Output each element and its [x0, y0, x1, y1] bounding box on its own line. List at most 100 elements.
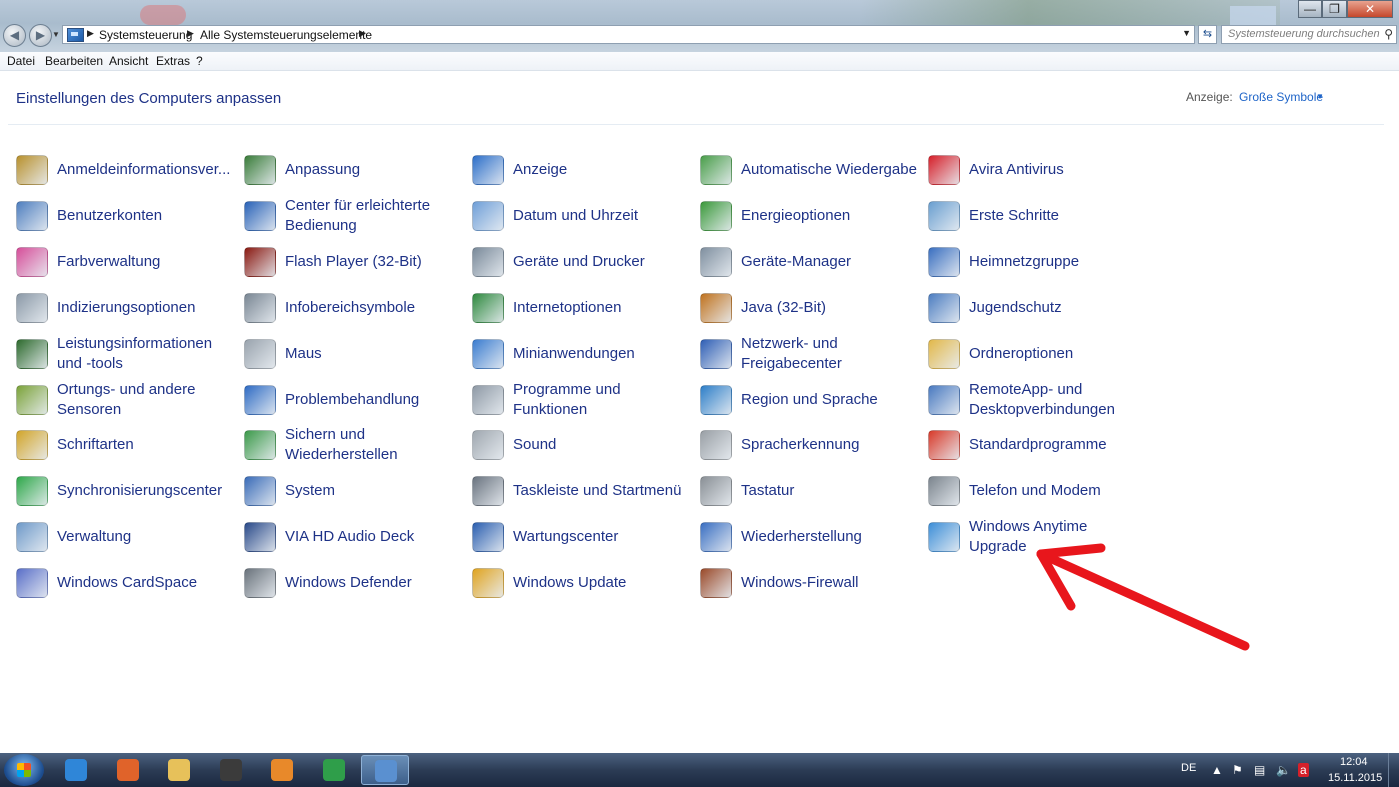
cp-item[interactable]: Energieoptionen — [700, 193, 920, 239]
cp-item[interactable]: Erste Schritte — [928, 193, 1148, 239]
view-by-chevron-down-icon[interactable]: ▼ — [1316, 92, 1324, 101]
cp-item[interactable]: Wartungscenter — [472, 514, 692, 560]
cp-item-label[interactable]: Windows Defender — [285, 560, 465, 606]
cp-item-label[interactable]: Maus — [285, 331, 465, 377]
cp-item-label[interactable]: Center für erleichterte Bedienung — [285, 193, 465, 239]
cp-item-label[interactable]: Standardprogramme — [969, 422, 1149, 468]
clock-time[interactable]: 12:04 — [1340, 756, 1368, 768]
cp-item[interactable]: Maus — [244, 331, 464, 377]
cp-item-label[interactable]: Anzeige — [513, 147, 693, 193]
cp-item-label[interactable]: Infobereichsymbole — [285, 285, 465, 331]
breadcrumb-separator-icon[interactable]: ▶ — [359, 28, 366, 39]
cp-item[interactable]: Heimnetzgruppe — [928, 239, 1148, 285]
cp-item[interactable]: Minianwendungen — [472, 331, 692, 377]
taskbar-button[interactable] — [361, 755, 409, 785]
cp-item[interactable]: Schriftarten — [16, 422, 236, 468]
cp-item[interactable]: Windows CardSpace — [16, 560, 236, 606]
cp-item[interactable]: Java (32-Bit) — [700, 285, 920, 331]
cp-item[interactable]: Spracherkennung — [700, 422, 920, 468]
cp-item-label[interactable]: Taskleiste und Startmenü — [513, 468, 693, 514]
taskbar-button[interactable] — [310, 755, 358, 785]
cp-item-label[interactable]: Spracherkennung — [741, 422, 921, 468]
cp-item-label[interactable]: Minianwendungen — [513, 331, 693, 377]
cp-item[interactable]: Ordneroptionen — [928, 331, 1148, 377]
cp-item-label[interactable]: Synchronisierungscenter — [57, 468, 237, 514]
cp-item-label[interactable]: Wartungscenter — [513, 514, 693, 560]
minimize-button[interactable]: — — [1298, 0, 1322, 18]
cp-item-label[interactable]: Ortungs- und andere Sensoren — [57, 377, 237, 423]
cp-item[interactable]: Taskleiste und Startmenü — [472, 468, 692, 514]
menu-bearbeiten[interactable]: Bearbeiten — [45, 54, 103, 68]
menu-ansicht[interactable]: Ansicht — [109, 54, 148, 68]
taskbar-button[interactable] — [104, 755, 152, 785]
view-by-dropdown[interactable]: Große Symbole — [1239, 90, 1323, 104]
cp-item[interactable]: Windows Defender — [244, 560, 464, 606]
cp-item[interactable]: Anmeldeinformationsver... — [16, 147, 236, 193]
cp-item[interactable]: Farbverwaltung — [16, 239, 236, 285]
breadcrumb-separator-icon[interactable]: ▶ — [187, 28, 194, 39]
refresh-button[interactable]: ⇆ — [1198, 25, 1217, 44]
cp-item-label[interactable]: Anmeldeinformationsver... — [57, 147, 237, 193]
cp-item-label[interactable]: Tastatur — [741, 468, 921, 514]
search-input[interactable]: Systemsteuerung durchsuchen ⚲ — [1221, 25, 1397, 44]
cp-item-label[interactable]: Windows Update — [513, 560, 693, 606]
cp-item[interactable]: Center für erleichterte Bedienung — [244, 193, 464, 239]
breadcrumb-alle-elemente[interactable]: Alle Systemsteuerungselemente — [200, 28, 372, 42]
cp-item-label[interactable]: Internetoptionen — [513, 285, 693, 331]
cp-item[interactable]: Windows Update — [472, 560, 692, 606]
cp-item[interactable]: Tastatur — [700, 468, 920, 514]
cp-item-label[interactable]: Wiederherstellung — [741, 514, 921, 560]
cp-item[interactable]: Geräte und Drucker — [472, 239, 692, 285]
cp-item-label[interactable]: Sichern und Wiederherstellen — [285, 422, 465, 468]
cp-item[interactable]: Windows-Firewall — [700, 560, 920, 606]
cp-item-label[interactable]: Anpassung — [285, 147, 465, 193]
start-button[interactable] — [4, 754, 44, 786]
close-button[interactable]: ✕ — [1347, 0, 1393, 18]
cp-item-label[interactable]: System — [285, 468, 465, 514]
cp-item-label[interactable]: Flash Player (32-Bit) — [285, 239, 465, 285]
cp-item-label[interactable]: Geräte und Drucker — [513, 239, 693, 285]
taskbar-button[interactable] — [155, 755, 203, 785]
cp-item-label[interactable]: Schriftarten — [57, 422, 237, 468]
back-button[interactable]: ◀ — [3, 24, 26, 47]
cp-item[interactable]: Automatische Wiedergabe — [700, 147, 920, 193]
address-history-dropdown-icon[interactable]: ▼ — [1182, 28, 1191, 38]
cp-item-label[interactable]: Geräte-Manager — [741, 239, 921, 285]
cp-item-label[interactable]: Farbverwaltung — [57, 239, 237, 285]
action-center-flag-icon[interactable]: ⚑ — [1232, 763, 1243, 777]
cp-item[interactable]: Benutzerkonten — [16, 193, 236, 239]
forward-button[interactable]: ▶ — [29, 24, 52, 47]
cp-item[interactable]: Anzeige — [472, 147, 692, 193]
taskbar-button[interactable] — [207, 755, 255, 785]
cp-item-label[interactable]: Verwaltung — [57, 514, 237, 560]
cp-item-label[interactable]: Automatische Wiedergabe — [741, 147, 921, 193]
cp-item-label[interactable]: Heimnetzgruppe — [969, 239, 1149, 285]
volume-icon[interactable]: 🔈 — [1276, 763, 1291, 777]
avira-tray-icon[interactable]: a — [1298, 763, 1309, 777]
show-desktop-button[interactable] — [1388, 753, 1399, 787]
taskbar-button[interactable] — [52, 755, 100, 785]
cp-item[interactable]: Leistungsinformationen und -tools — [16, 331, 236, 377]
cp-item-label[interactable]: Java (32-Bit) — [741, 285, 921, 331]
cp-item[interactable]: Ortungs- und andere Sensoren — [16, 377, 236, 423]
cp-item-label[interactable]: Indizierungsoptionen — [57, 285, 237, 331]
cp-item-label[interactable]: Jugendschutz — [969, 285, 1149, 331]
taskbar-button[interactable] — [258, 755, 306, 785]
breadcrumb-separator-icon[interactable]: ▶ — [87, 28, 94, 39]
cp-item[interactable]: Internetoptionen — [472, 285, 692, 331]
cp-item-label[interactable]: Telefon und Modem — [969, 468, 1149, 514]
cp-item-label[interactable]: Problembehandlung — [285, 377, 465, 423]
address-bar[interactable]: ▶ Systemsteuerung ▶ Alle Systemsteuerung… — [62, 25, 1195, 44]
cp-item[interactable]: Wiederherstellung — [700, 514, 920, 560]
cp-item[interactable]: RemoteApp- und Desktopverbindungen — [928, 377, 1148, 423]
cp-item-label[interactable]: Programme und Funktionen — [513, 377, 693, 423]
cp-item[interactable]: Avira Antivirus — [928, 147, 1148, 193]
cp-item-label[interactable]: Netzwerk- und Freigabecenter — [741, 331, 921, 377]
menu-datei[interactable]: Datei — [7, 54, 35, 68]
recent-pages-dropdown-icon[interactable]: ▼ — [52, 30, 60, 39]
cp-item[interactable]: Telefon und Modem — [928, 468, 1148, 514]
cp-item-label[interactable]: Windows-Firewall — [741, 560, 921, 606]
cp-item-label[interactable]: Erste Schritte — [969, 193, 1149, 239]
cp-item-label[interactable]: VIA HD Audio Deck — [285, 514, 465, 560]
cp-item[interactable]: Region und Sprache — [700, 377, 920, 423]
